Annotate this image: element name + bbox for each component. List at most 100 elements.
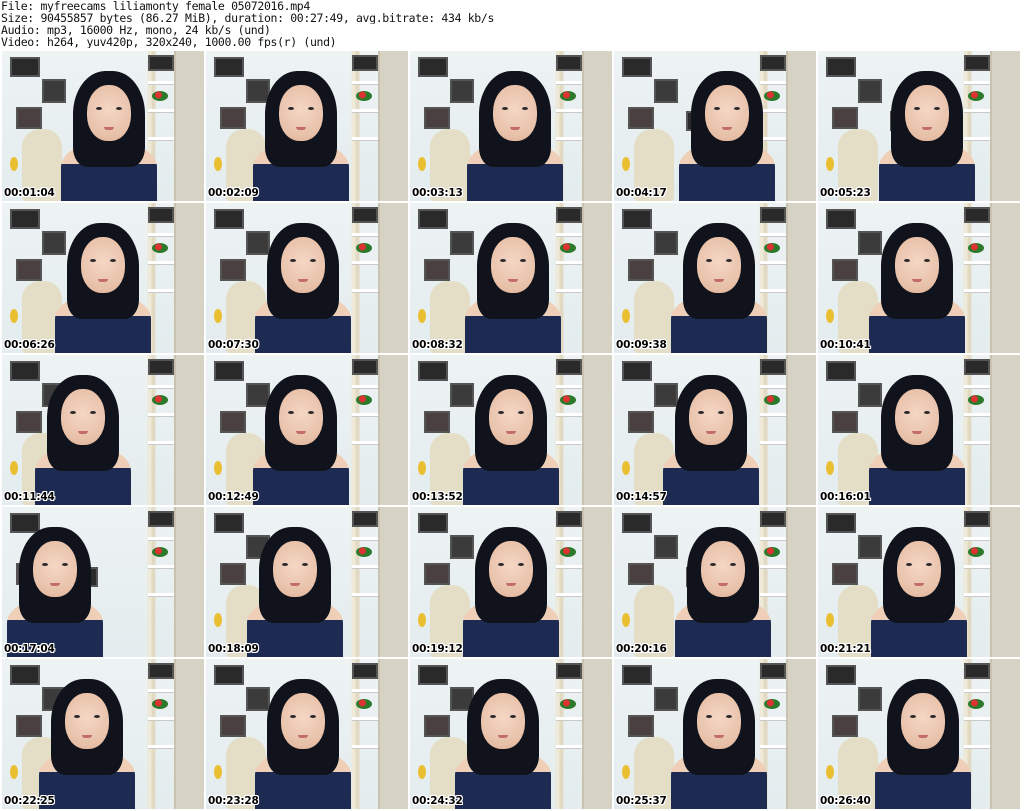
shelf	[148, 413, 174, 416]
shelf	[556, 109, 582, 112]
mouth	[506, 583, 516, 586]
flower-plant	[968, 91, 984, 101]
wall-picture	[556, 511, 582, 527]
shelf	[352, 261, 378, 264]
door	[786, 51, 816, 201]
wall-picture	[148, 359, 174, 375]
mouth	[50, 583, 60, 586]
yellow-toy	[418, 461, 426, 475]
shelf	[964, 689, 990, 692]
person-face	[281, 237, 325, 293]
door	[990, 659, 1020, 809]
wall-picture	[424, 259, 450, 281]
eye	[710, 563, 716, 566]
wall-picture	[148, 207, 174, 223]
yellow-toy	[214, 309, 222, 323]
file-size-line: Size: 90455857 bytes (86.27 MiB), durati…	[1, 12, 495, 24]
door	[378, 507, 408, 657]
thumbnail-timestamp: 00:20:16	[616, 643, 667, 655]
eye	[518, 411, 524, 414]
wall-picture	[832, 563, 858, 585]
wall-picture	[16, 715, 42, 737]
person-face	[489, 541, 533, 597]
shelf	[964, 81, 990, 84]
yellow-toy	[622, 309, 630, 323]
wall-picture	[16, 411, 42, 433]
wall-picture	[826, 361, 856, 381]
wall-picture	[10, 361, 40, 381]
person-face	[273, 541, 317, 597]
file-name-line: File: myfreecams_liliamonty_female_05072…	[1, 0, 310, 12]
thumbnail-timestamp: 00:05:23	[820, 187, 871, 199]
wall-picture	[214, 57, 244, 77]
shelf	[148, 261, 174, 264]
shelf	[964, 385, 990, 388]
mouth	[98, 279, 108, 282]
person-face	[697, 693, 741, 749]
thumbnail-timestamp: 00:12:49	[208, 491, 259, 503]
thumbnail-timestamp: 00:10:41	[820, 339, 871, 351]
door	[786, 659, 816, 809]
eye	[518, 563, 524, 566]
yellow-toy	[622, 765, 630, 779]
shelf	[352, 109, 378, 112]
shelf	[556, 593, 582, 596]
video-thumbnail: 00:13:52	[410, 355, 612, 505]
shelf	[352, 745, 378, 748]
wall-picture	[628, 259, 654, 281]
shelf	[148, 109, 174, 112]
yellow-toy	[826, 309, 834, 323]
shelf	[352, 289, 378, 292]
wall-picture	[556, 359, 582, 375]
flower-plant	[356, 395, 372, 405]
person-face	[33, 541, 77, 597]
wall-picture	[42, 231, 66, 255]
video-thumbnail: 00:09:38	[614, 203, 816, 353]
flower-plant	[968, 547, 984, 557]
yellow-toy	[10, 765, 18, 779]
wall-picture	[628, 411, 654, 433]
eye	[726, 259, 732, 262]
thumbnail-timestamp: 00:22:25	[4, 795, 55, 807]
person-face	[491, 237, 535, 293]
mouth	[510, 127, 520, 130]
wall-picture	[424, 563, 450, 585]
person-face	[701, 541, 745, 597]
wall-picture	[964, 359, 990, 375]
wall-picture	[760, 55, 786, 71]
wall-picture	[628, 563, 654, 585]
eye	[290, 259, 296, 262]
shelf	[760, 537, 786, 540]
flower-plant	[152, 243, 168, 253]
wall-picture	[826, 665, 856, 685]
wall-picture	[760, 511, 786, 527]
eye	[934, 107, 940, 110]
mouth	[918, 735, 928, 738]
yellow-toy	[214, 765, 222, 779]
eye	[74, 715, 80, 718]
eye	[288, 107, 294, 110]
wall-picture	[450, 79, 474, 103]
shelf	[964, 109, 990, 112]
wall-picture	[832, 715, 858, 737]
video-thumbnail: 00:07:30	[206, 203, 408, 353]
wall-picture	[148, 663, 174, 679]
yellow-toy	[622, 157, 630, 171]
yellow-toy	[214, 613, 222, 627]
wall-picture	[246, 231, 270, 255]
wall-picture	[352, 207, 378, 223]
wall-picture	[418, 361, 448, 381]
wall-picture	[858, 231, 882, 255]
video-thumbnail: 00:08:32	[410, 203, 612, 353]
flower-plant	[356, 547, 372, 557]
shelf	[760, 413, 786, 416]
thumbnail-timestamp: 00:17:04	[4, 643, 55, 655]
mouth	[296, 127, 306, 130]
mouth	[78, 431, 88, 434]
shelf	[352, 565, 378, 568]
shelf	[964, 261, 990, 264]
door	[174, 203, 204, 353]
wall-picture	[622, 665, 652, 685]
mouth	[298, 735, 308, 738]
door	[582, 507, 612, 657]
